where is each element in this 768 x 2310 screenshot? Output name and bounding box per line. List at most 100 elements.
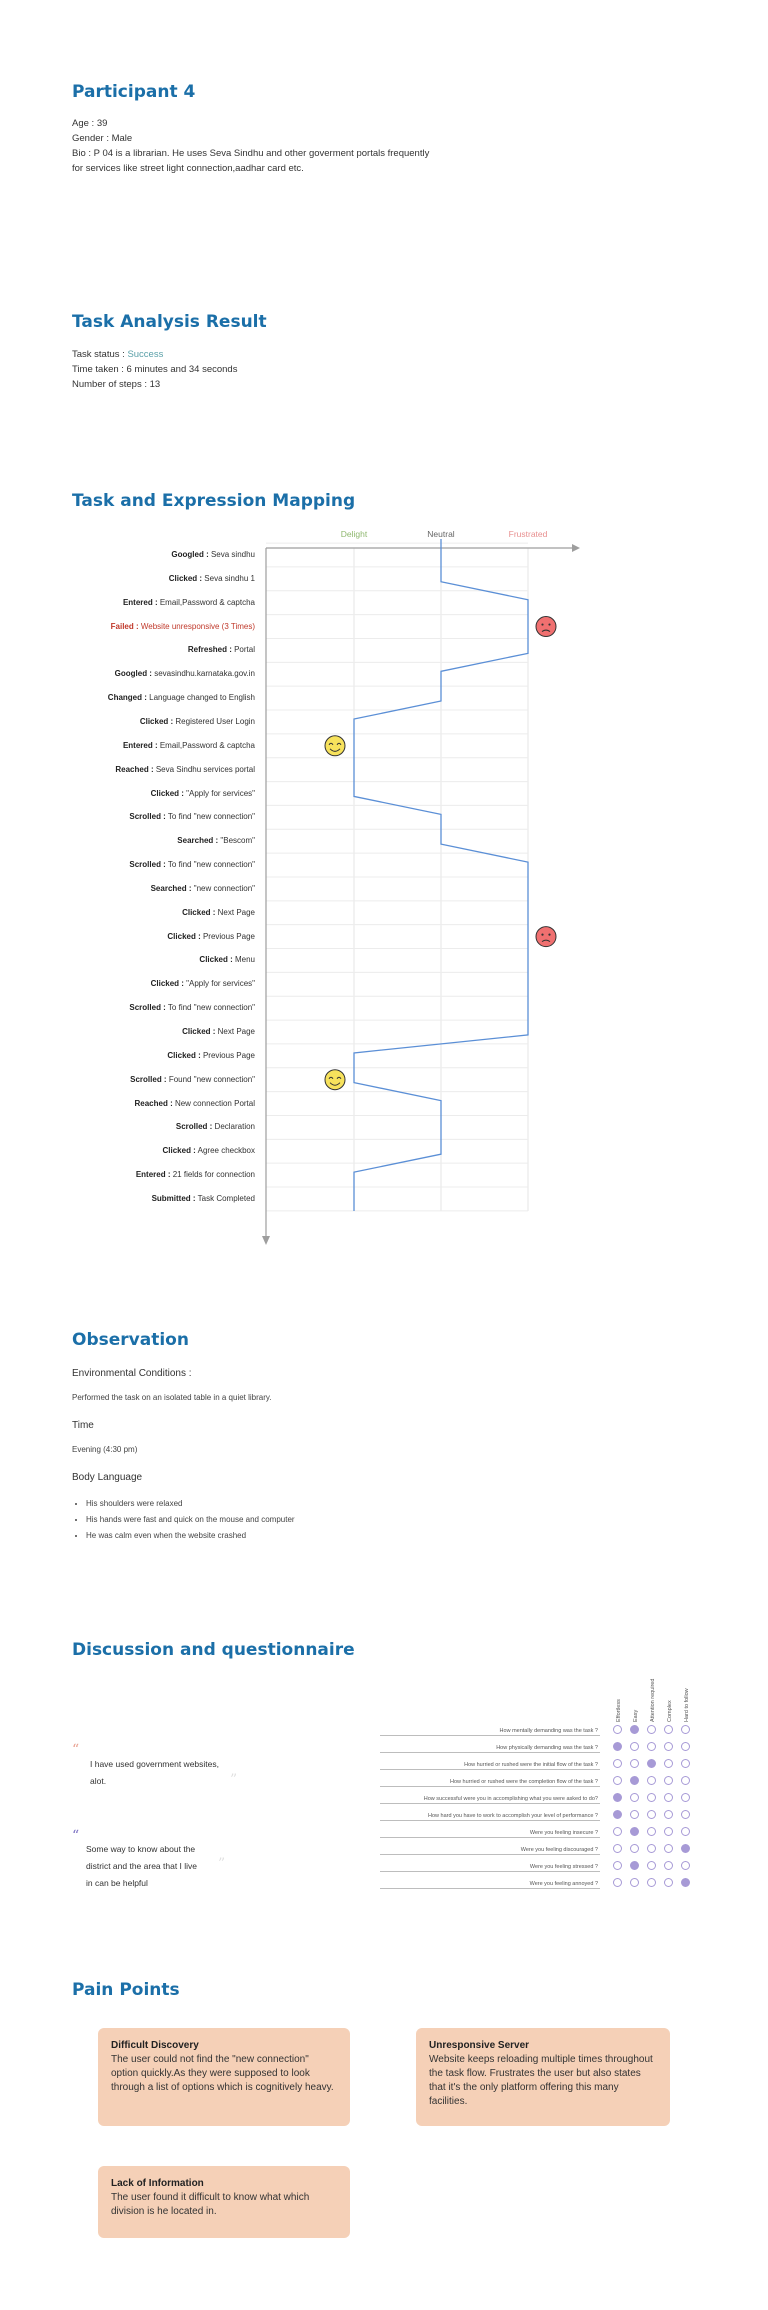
rating-dot <box>664 1793 673 1802</box>
rating-dot <box>630 1725 639 1734</box>
column-header-neutral: Neutral <box>427 529 455 539</box>
question-text: Were you feeling annoyed ? <box>529 1881 598 1887</box>
rating-dot <box>647 1844 656 1853</box>
question-text: Were you feeling insecure ? <box>529 1830 598 1836</box>
pain-point-card: Difficult Discovery The user could not f… <box>98 2028 350 2126</box>
rating-dot <box>681 1776 690 1785</box>
question-row: Were you feeling insecure ? <box>380 1824 600 1838</box>
observation-title: Observation <box>72 1330 189 1350</box>
question-text: How hurried or rushed were the completio… <box>450 1779 598 1785</box>
pain-point-title: Lack of Information <box>111 2178 204 2189</box>
discussion-title: Discussion and questionnaire <box>72 1640 355 1660</box>
quote-1: I have used government websites, alot. <box>90 1756 219 1790</box>
rating-dot <box>664 1861 673 1870</box>
quote-2-line: Some way to know about the <box>86 1844 196 1854</box>
rating-dot <box>630 1742 639 1751</box>
rating-column-header: Hard to follow <box>684 1688 690 1722</box>
rating-dot <box>630 1861 639 1870</box>
rating-dot <box>681 1861 690 1870</box>
rating-column-header: Easy <box>633 1709 639 1722</box>
rating-dot <box>681 1810 690 1819</box>
env-text: Performed the task on an isolated table … <box>72 1393 272 1402</box>
rating-dot <box>664 1878 673 1887</box>
rating-dot <box>647 1810 656 1819</box>
rating-dot <box>613 1776 622 1785</box>
rating-dot <box>647 1776 656 1785</box>
frustrated-emoji-icon <box>535 926 557 948</box>
rating-dot <box>613 1793 622 1802</box>
pain-point-body: The user found it difficult to know what… <box>111 2192 310 2217</box>
rating-dot <box>681 1844 690 1853</box>
time-heading: Time <box>72 1420 94 1431</box>
rating-dot <box>630 1810 639 1819</box>
rating-dot <box>613 1878 622 1887</box>
rating-column-header: Complex <box>667 1700 673 1722</box>
rating-dot <box>647 1793 656 1802</box>
question-row: Were you feeling annoyed ? <box>380 1875 600 1889</box>
rating-dot <box>647 1861 656 1870</box>
question-text: How physically demanding was the task ? <box>496 1745 598 1751</box>
question-text: How hard you have to work to accomplish … <box>428 1813 598 1819</box>
delight-emoji-icon <box>324 1069 346 1091</box>
quote-1-line: alot. <box>90 1776 107 1786</box>
rating-column-header: Attention required <box>650 1678 656 1722</box>
rating-dot <box>630 1844 639 1853</box>
question-row: Were you feeling discouraged ? <box>380 1841 600 1855</box>
rating-dot <box>613 1861 622 1870</box>
rating-dot <box>664 1827 673 1836</box>
close-quote-icon: ” <box>230 1772 238 1788</box>
expression-chart: Delight Neutral Frustrated <box>262 529 580 1245</box>
rating-dot <box>681 1793 690 1802</box>
question-text: How mentally demanding was the task ? <box>499 1728 598 1734</box>
question-row: How hard you have to work to accomplish … <box>380 1807 600 1821</box>
body-language-item: He was calm even when the website crashe… <box>86 1528 295 1544</box>
rating-dot <box>613 1810 622 1819</box>
body-language-list: His shoulders were relaxed His hands wer… <box>86 1496 295 1544</box>
rating-dot <box>664 1844 673 1853</box>
rating-dot <box>647 1742 656 1751</box>
body-language-item: His shoulders were relaxed <box>86 1496 295 1512</box>
rating-dot <box>613 1844 622 1853</box>
y-axis-arrow-icon <box>262 1236 270 1245</box>
quote-2-line: district and the area that I live <box>86 1861 198 1871</box>
pain-point-card: Lack of Information The user found it di… <box>98 2166 350 2238</box>
pain-point-title: Unresponsive Server <box>429 2040 530 2051</box>
rating-dot <box>681 1827 690 1836</box>
question-row: How physically demanding was the task ? <box>380 1739 600 1753</box>
rating-dot <box>664 1759 673 1768</box>
question-text: How successful were you in accomplishing… <box>423 1796 598 1802</box>
rating-dot <box>681 1742 690 1751</box>
x-axis-arrow-icon <box>572 544 580 552</box>
question-row: How mentally demanding was the task ? <box>380 1722 600 1736</box>
rating-dot <box>664 1725 673 1734</box>
rating-dot <box>630 1878 639 1887</box>
rating-dot <box>647 1827 656 1836</box>
pain-point-card: Unresponsive Server Website keeps reload… <box>416 2028 670 2126</box>
question-text: Were you feeling discouraged ? <box>520 1847 598 1853</box>
pain-point-body: The user could not find the "new connect… <box>111 2054 334 2093</box>
quote-2: Some way to know about the district and … <box>86 1841 197 1892</box>
rating-dot <box>647 1759 656 1768</box>
rating-dot <box>681 1725 690 1734</box>
time-text: Evening (4:30 pm) <box>72 1445 138 1454</box>
pain-points-title: Pain Points <box>72 1980 180 2000</box>
column-header-delight: Delight <box>341 529 368 539</box>
open-quote-icon: “ <box>72 1742 80 1758</box>
rating-dot <box>664 1810 673 1819</box>
rating-dot <box>630 1776 639 1785</box>
rating-column-header: Effortless <box>616 1699 622 1722</box>
rating-dot <box>630 1827 639 1836</box>
delight-emoji-icon <box>324 735 346 757</box>
pain-point-title: Difficult Discovery <box>111 2040 199 2051</box>
rating-dot <box>630 1759 639 1768</box>
rating-dot <box>664 1742 673 1751</box>
open-quote-icon: “ <box>72 1828 80 1844</box>
body-language-heading: Body Language <box>72 1472 143 1483</box>
quote-2-line: in can be helpful <box>86 1878 148 1888</box>
rating-dot <box>613 1827 622 1836</box>
frustrated-emoji-icon <box>535 616 557 638</box>
column-header-frustrated: Frustrated <box>509 529 548 539</box>
question-row: How successful were you in accomplishing… <box>380 1790 600 1804</box>
question-text: How hurried or rushed were the initial f… <box>464 1762 598 1768</box>
rating-dot <box>664 1776 673 1785</box>
